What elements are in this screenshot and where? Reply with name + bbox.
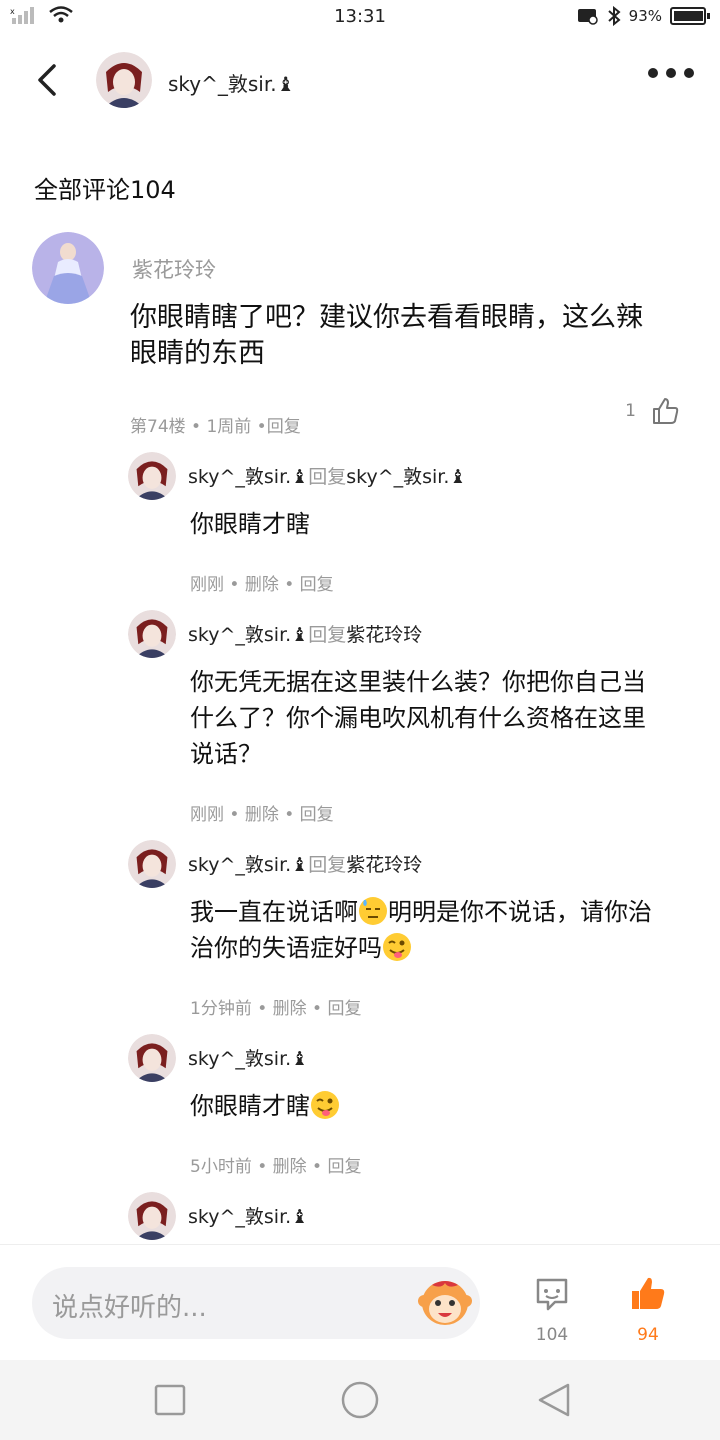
reply-target[interactable]: 紫花玲玲 bbox=[346, 854, 422, 876]
thumbs-up-icon bbox=[653, 398, 679, 424]
reply-text: 你眼睛才瞎 bbox=[190, 510, 310, 538]
reply-item: sky^_敦sir.♝ bbox=[128, 1192, 688, 1240]
comment-like-button[interactable]: 1 bbox=[625, 396, 680, 426]
reply-item: sky^_敦sir.♝回复紫花玲玲 我一直在说话啊 明明是你不说话，请你治治你的失… bbox=[128, 840, 688, 1030]
avatar[interactable] bbox=[128, 1192, 176, 1240]
likes-stat-button[interactable]: 94 bbox=[618, 1275, 678, 1345]
system-nav-bar bbox=[0, 1360, 720, 1440]
battery-percent: 93% bbox=[628, 7, 662, 25]
reply-meta[interactable]: 5小时前 • 删除 • 回复 bbox=[190, 1152, 362, 1177]
avatar[interactable] bbox=[128, 610, 176, 658]
reply-author[interactable]: sky^_敦sir.♝ bbox=[188, 1202, 308, 1229]
home-button[interactable] bbox=[340, 1380, 380, 1420]
reply-author[interactable]: sky^_敦sir.♝ bbox=[188, 624, 308, 646]
comment-input-placeholder: 说点好听的... bbox=[52, 1293, 207, 1323]
avatar[interactable] bbox=[128, 452, 176, 500]
comment-input[interactable]: 说点好听的... bbox=[32, 1267, 480, 1339]
status-right-icons: 93% bbox=[577, 6, 710, 26]
battery-icon bbox=[670, 7, 710, 25]
cast-icon bbox=[577, 9, 598, 25]
status-bar: x 13:31 93% bbox=[0, 0, 720, 36]
reply-author[interactable]: sky^_敦sir.♝ bbox=[188, 854, 308, 876]
comment-meta[interactable]: 第74楼 • 1周前 •回复 bbox=[130, 412, 301, 437]
more-icon bbox=[648, 68, 658, 78]
comments-section-title: 全部评论104 bbox=[34, 176, 176, 204]
recents-button[interactable] bbox=[152, 1382, 188, 1418]
reply-text-content: 你眼睛才瞎 bbox=[190, 1092, 310, 1120]
reply-word: 回复 bbox=[308, 854, 347, 876]
header-avatar[interactable] bbox=[96, 52, 152, 108]
monkey-emoji-icon[interactable] bbox=[418, 1277, 472, 1329]
back-button[interactable] bbox=[28, 60, 68, 100]
comment-input-bar: 说点好听的... 104 94 bbox=[0, 1244, 720, 1360]
comment-count: 104 bbox=[535, 1325, 569, 1345]
reply-text: 你无凭无据在这里装什么装？你把你自己当什么了？你个漏电吹风机有什么资格在这里说话… bbox=[190, 668, 646, 768]
reply-target[interactable]: 紫花玲玲 bbox=[346, 624, 422, 646]
reply-author[interactable]: sky^_敦sir.♝ bbox=[188, 1044, 308, 1071]
reply-meta[interactable]: 刚刚 • 删除 • 回复 bbox=[190, 570, 334, 595]
reply-item: sky^_敦sir.♝回复sky^_敦sir.♝ 你眼睛才瞎 刚刚 • 删除 •… bbox=[128, 452, 688, 595]
wink-tongue-emoji-icon bbox=[311, 1091, 339, 1119]
reply-text-part-a: 我一直在说话啊 bbox=[190, 898, 358, 926]
header-username[interactable]: sky^_敦sir.♝ bbox=[168, 68, 295, 97]
reply-text: 我一直在说话啊 明明是你不说话，请你治治你的失语症好吗 bbox=[190, 894, 660, 966]
reply-word: 回复 bbox=[308, 466, 347, 488]
reply-item: sky^_敦sir.♝ 你眼睛才瞎 5小时前 • 删除 • 回复 bbox=[128, 1034, 688, 1177]
like-count: 94 bbox=[637, 1325, 659, 1345]
wink-tongue-emoji-icon bbox=[383, 933, 411, 961]
back-nav-button[interactable] bbox=[536, 1382, 572, 1418]
top-header: sky^_敦sir.♝ bbox=[0, 40, 720, 126]
comment-icon bbox=[536, 1278, 568, 1311]
avatar[interactable] bbox=[32, 232, 104, 304]
comment-text: 你眼睛瞎了吧？建议你去看看眼睛，这么辣眼睛的东西 bbox=[130, 302, 643, 369]
comment-author[interactable]: 紫花玲玲 bbox=[132, 254, 216, 284]
more-button[interactable] bbox=[648, 68, 694, 78]
reply-author[interactable]: sky^_敦sir.♝ bbox=[188, 466, 308, 488]
bluetooth-icon bbox=[607, 6, 621, 26]
avatar[interactable] bbox=[128, 840, 176, 888]
reply-meta[interactable]: 1分钟前 • 删除 • 回复 bbox=[190, 994, 362, 1019]
reply-item: sky^_敦sir.♝回复紫花玲玲 你无凭无据在这里装什么装？你把你自己当什么了… bbox=[128, 610, 688, 830]
reply-header: sky^_敦sir.♝回复紫花玲玲 bbox=[188, 850, 422, 877]
reply-text: 你眼睛才瞎 bbox=[190, 1088, 660, 1124]
reply-header: sky^_敦sir.♝回复sky^_敦sir.♝ bbox=[188, 462, 466, 489]
sweat-emoji-icon bbox=[359, 897, 387, 925]
back-icon bbox=[38, 64, 56, 96]
thumbs-up-icon bbox=[632, 1277, 665, 1309]
reply-header: sky^_敦sir.♝回复紫花玲玲 bbox=[188, 620, 422, 647]
avatar[interactable] bbox=[128, 1034, 176, 1082]
reply-word: 回复 bbox=[308, 624, 347, 646]
reply-target[interactable]: sky^_敦sir.♝ bbox=[346, 466, 466, 488]
comments-stat-button[interactable]: 104 bbox=[522, 1275, 582, 1345]
like-count: 1 bbox=[625, 401, 636, 421]
reply-meta[interactable]: 刚刚 • 删除 • 回复 bbox=[190, 800, 334, 825]
